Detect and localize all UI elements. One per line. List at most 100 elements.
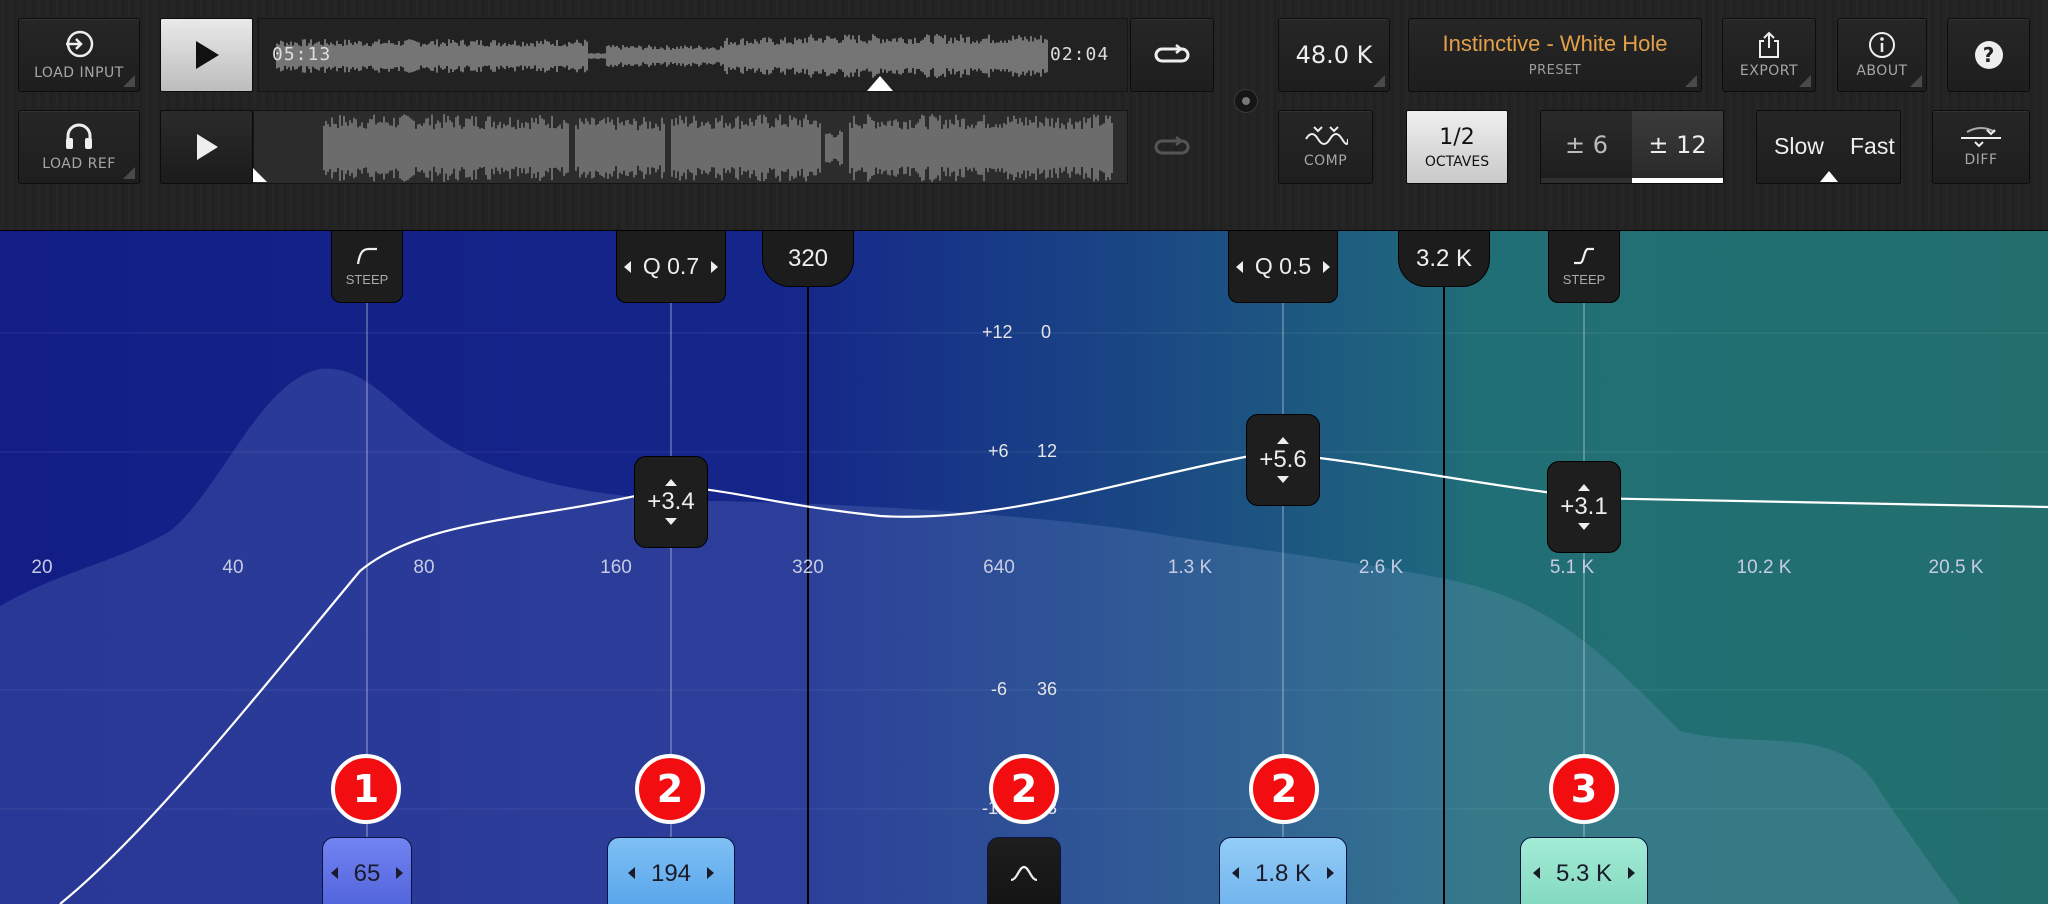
export-button[interactable]: EXPORT — [1722, 18, 1816, 92]
freq-label: 1.3 K — [1167, 557, 1213, 578]
gain-down-icon[interactable] — [1578, 523, 1590, 530]
eq-display[interactable]: 20 40 80 160 320 640 1.3 K 2.6 K 5.1 K 1… — [0, 231, 2048, 904]
gain-down-icon[interactable] — [665, 518, 677, 525]
freq-label: 20 — [31, 557, 53, 578]
band1-freq-control[interactable]: 65 — [322, 837, 412, 904]
load-ref-label: LOAD REF — [42, 156, 116, 172]
diff-label: DIFF — [1964, 152, 1998, 168]
speed-indicator — [1820, 171, 1838, 182]
preset-name: Instinctive - White Hole — [1442, 31, 1668, 56]
band4-badge-number: 2 — [1270, 767, 1298, 811]
band5-freq-control[interactable]: 5.3 K — [1520, 837, 1648, 904]
loop-icon — [1154, 44, 1190, 63]
band1-filter-type[interactable]: STEEP — [331, 231, 403, 303]
about-label: ABOUT — [1856, 63, 1908, 79]
load-ref-button[interactable]: LOAD REF — [18, 110, 140, 184]
band4-freq-control[interactable]: 1.8 K — [1219, 837, 1347, 904]
gain-up-icon[interactable] — [1578, 484, 1590, 491]
speed-toggle[interactable]: Slow Fast — [1756, 110, 1901, 184]
band4-q-value: Q 0.5 — [1254, 253, 1312, 279]
input-waveform[interactable] — [258, 18, 1128, 92]
band1-filter-label: STEEP — [345, 272, 389, 287]
ref-loop-button[interactable] — [1150, 130, 1194, 164]
band3-badge: 2 — [989, 754, 1059, 824]
band5-filter-type[interactable]: STEEP — [1548, 231, 1620, 303]
ref-play-button[interactable] — [160, 110, 253, 184]
band5-gain-handle[interactable]: +3.1 — [1547, 461, 1621, 553]
range-option-6-label: ± 6 — [1564, 130, 1608, 159]
band1-badge-number: 1 — [352, 767, 380, 811]
ref-playhead-marker[interactable] — [253, 168, 267, 182]
freq-label: 640 — [983, 557, 1015, 578]
share-icon — [1759, 31, 1779, 58]
range-toggle: ± 6 ± 12 — [1540, 110, 1724, 184]
band2-freq-control[interactable]: 194 — [607, 837, 735, 904]
gain-down-icon[interactable] — [1277, 476, 1289, 483]
octaves-button[interactable]: 1/2 OCTAVES — [1406, 110, 1508, 184]
freq-decrease-icon[interactable] — [330, 867, 338, 879]
band2-q-control[interactable]: Q 0.7 — [616, 231, 726, 303]
input-play-button[interactable] — [160, 18, 253, 92]
input-loop-button[interactable] — [1130, 18, 1214, 92]
help-button[interactable]: ? — [1947, 18, 2030, 92]
ref-waveform[interactable] — [253, 110, 1128, 184]
band4-gain-value: +5.6 — [1259, 446, 1307, 473]
band1-freq-value: 65 — [353, 860, 381, 887]
comp-label: COMP — [1303, 153, 1348, 169]
freq-decrease-icon[interactable] — [627, 867, 635, 879]
sample-rate-value: 48.0 K — [1295, 41, 1373, 69]
speed-slow-label[interactable]: Slow — [1774, 133, 1824, 160]
band2-badge: 2 — [635, 754, 705, 824]
load-input-button[interactable]: LOAD INPUT — [18, 18, 140, 92]
freq-decrease-icon[interactable] — [1532, 867, 1540, 879]
db-label-right: 0 — [1041, 322, 1052, 342]
range-option-12-label: ± 12 — [1648, 130, 1707, 159]
band5-freq-value: 5.3 K — [1555, 860, 1613, 887]
band3-badge-number: 2 — [1010, 767, 1038, 811]
band2-gain-handle[interactable]: +3.4 — [634, 456, 708, 548]
band5-gain-value: +3.1 — [1560, 493, 1608, 520]
q-increase-icon[interactable] — [711, 260, 719, 273]
diff-button[interactable]: DIFF — [1932, 110, 2030, 184]
q-decrease-icon[interactable] — [623, 260, 631, 273]
export-label: EXPORT — [1739, 63, 1799, 79]
sync-dot-icon[interactable] — [1234, 89, 1258, 113]
crossover-high-handle[interactable]: 3.2 K — [1398, 231, 1490, 287]
about-button[interactable]: ABOUT — [1837, 18, 1927, 92]
crossover-high-value: 3.2 K — [1415, 245, 1473, 272]
range-option-6[interactable]: ± 6 — [1541, 111, 1632, 183]
preset-selector[interactable]: Instinctive - White Hole PRESET — [1408, 18, 1702, 92]
freq-label: 40 — [222, 557, 244, 578]
speed-fast-label[interactable]: Fast — [1850, 133, 1895, 160]
freq-increase-icon[interactable] — [707, 867, 715, 879]
diff-icon — [1961, 127, 2001, 148]
band4-q-control[interactable]: Q 0.5 — [1228, 231, 1338, 303]
band1-badge: 1 — [331, 754, 401, 824]
freq-label: 20.5 K — [1928, 557, 1984, 578]
range-option-12[interactable]: ± 12 — [1632, 111, 1723, 183]
comp-button[interactable]: COMP — [1278, 110, 1373, 184]
band2-q-value: Q 0.7 — [642, 253, 700, 279]
freq-decrease-icon[interactable] — [1231, 867, 1239, 879]
q-increase-icon[interactable] — [1323, 260, 1331, 273]
crossover-low-value: 320 — [787, 245, 829, 272]
play-icon — [195, 41, 219, 69]
gain-up-icon[interactable] — [665, 479, 677, 486]
freq-increase-icon[interactable] — [396, 867, 404, 879]
freq-label: 80 — [413, 557, 435, 578]
q-decrease-icon[interactable] — [1235, 260, 1243, 273]
highpass-curve-icon — [356, 247, 377, 265]
band5-filter-label: STEEP — [1562, 272, 1606, 287]
freq-increase-icon[interactable] — [1327, 867, 1335, 879]
freq-increase-icon[interactable] — [1628, 867, 1636, 879]
crossover-low-handle[interactable]: 320 — [762, 231, 854, 287]
gain-up-icon[interactable] — [1277, 437, 1289, 444]
band4-gain-handle[interactable]: +5.6 — [1246, 414, 1320, 506]
load-input-icon — [66, 30, 94, 58]
band3-shape-button[interactable] — [987, 837, 1061, 904]
input-playhead-marker[interactable] — [867, 76, 893, 91]
db-label-left: +6 — [988, 441, 1009, 461]
db-label-left: +12 — [982, 322, 1013, 342]
sample-rate-button[interactable]: 48.0 K — [1278, 18, 1390, 92]
freq-label: 2.6 K — [1358, 557, 1404, 578]
